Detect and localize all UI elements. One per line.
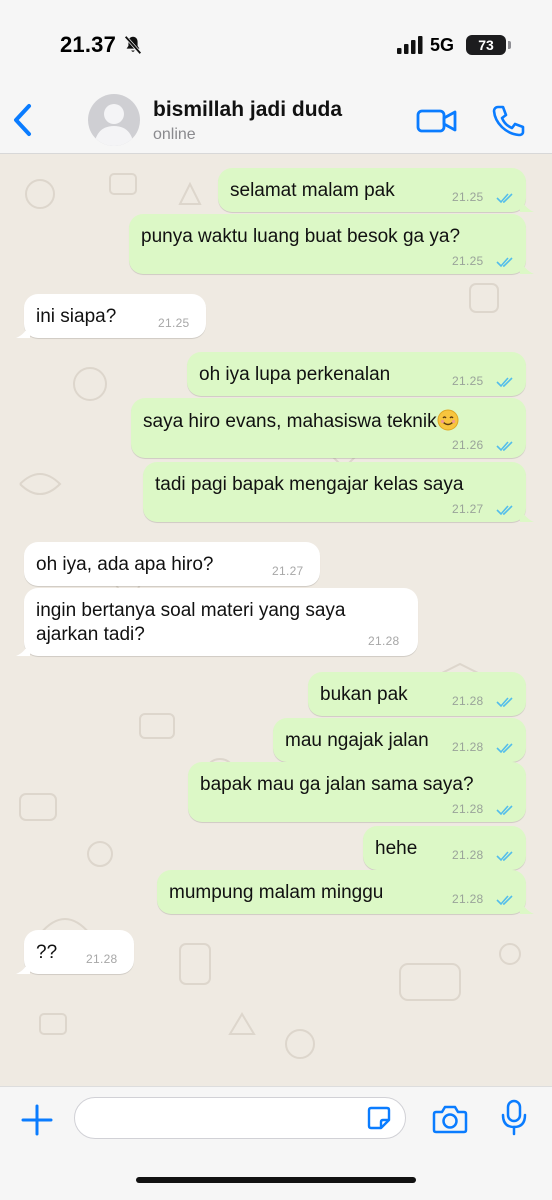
message-text: oh iya lupa perkenalan xyxy=(199,364,391,385)
message-outgoing[interactable]: saya hiro evans, mahasiswa teknik 21.26 xyxy=(131,398,526,458)
message-text: mumpung malam minggu xyxy=(169,882,384,903)
message-text: ingin bertanya soal materi yang saya aja… xyxy=(36,600,346,645)
message-time: 21.28 xyxy=(368,634,400,648)
message-time: 21.28 xyxy=(452,740,484,754)
signal-icon xyxy=(397,36,423,54)
status-time: 21.37 xyxy=(60,32,117,57)
video-camera-icon[interactable] xyxy=(416,106,458,136)
message-text: tadi pagi bapak mengajar kelas saya xyxy=(155,474,464,495)
message-text: mau ngajak jalan xyxy=(285,730,429,751)
message-text: saya hiro evans, mahasiswa teknik xyxy=(143,411,437,432)
message-time: 21.27 xyxy=(272,564,304,578)
double-check-icon xyxy=(496,377,513,388)
double-check-icon xyxy=(496,505,513,516)
chat-header: bismillah jadi duda online xyxy=(0,86,552,154)
chat-area[interactable]: selamat malam pak 21.25 punya waktu luan… xyxy=(0,154,552,1086)
double-check-icon xyxy=(496,697,513,708)
message-time: 21.26 xyxy=(452,438,484,452)
contact-status: online xyxy=(153,126,196,143)
plus-icon[interactable] xyxy=(20,1103,54,1137)
message-input[interactable] xyxy=(74,1097,406,1139)
battery-level: 73 xyxy=(466,35,506,55)
message-outgoing[interactable]: bukan pak 21.28 xyxy=(308,672,526,716)
double-check-icon xyxy=(496,743,513,754)
message-time: 21.25 xyxy=(452,374,484,388)
network-label: 5G xyxy=(430,35,455,55)
phone-icon[interactable] xyxy=(490,104,526,138)
message-incoming[interactable]: ini siapa? 21.25 xyxy=(16,294,206,338)
camera-icon[interactable] xyxy=(432,1103,468,1135)
message-time: 21.25 xyxy=(158,316,190,330)
message-time: 21.28 xyxy=(452,848,484,862)
double-check-icon xyxy=(496,895,513,906)
bell-slash-icon xyxy=(124,35,142,55)
double-check-icon xyxy=(496,805,513,816)
message-outgoing[interactable]: mau ngajak jalan 21.28 xyxy=(273,718,526,762)
avatar[interactable] xyxy=(88,94,140,146)
message-text: bapak mau ga jalan sama saya? xyxy=(200,774,474,795)
status-bar: 21.37 5G 73 xyxy=(0,0,552,86)
message-text: ini siapa? xyxy=(36,306,117,327)
default-avatar-icon xyxy=(94,104,134,146)
message-outgoing[interactable]: hehe 21.28 xyxy=(363,826,526,870)
home-indicator xyxy=(136,1177,416,1183)
message-text: selamat malam pak xyxy=(230,180,395,201)
message-incoming[interactable]: ?? 21.28 xyxy=(16,930,134,974)
message-outgoing[interactable]: bapak mau ga jalan sama saya? 21.28 xyxy=(188,762,526,822)
message-incoming[interactable]: ingin bertanya soal materi yang saya aja… xyxy=(16,588,418,656)
sticker-icon[interactable] xyxy=(366,1105,392,1131)
message-text: oh iya, ada apa hiro? xyxy=(36,554,214,575)
smiling-face-emoji xyxy=(437,409,459,431)
double-check-icon xyxy=(496,257,513,268)
double-check-icon xyxy=(496,193,513,204)
microphone-icon[interactable] xyxy=(500,1099,528,1137)
battery-icon: 73 xyxy=(466,35,512,55)
message-text: punya waktu luang buat besok ga ya? xyxy=(141,226,461,247)
double-check-icon xyxy=(496,441,513,452)
message-outgoing[interactable]: mumpung malam minggu 21.28 xyxy=(157,870,534,914)
chevron-left-icon[interactable] xyxy=(8,100,40,140)
double-check-icon xyxy=(496,851,513,862)
message-outgoing[interactable]: punya waktu luang buat besok ga ya? 21.2… xyxy=(129,214,534,274)
message-time: 21.28 xyxy=(452,694,484,708)
message-text: hehe xyxy=(375,838,418,859)
message-time: 21.25 xyxy=(452,190,484,204)
message-incoming[interactable]: oh iya, ada apa hiro? 21.27 xyxy=(24,542,320,586)
message-outgoing[interactable]: oh iya lupa perkenalan 21.25 xyxy=(187,352,526,396)
message-time: 21.28 xyxy=(452,892,484,906)
message-text: bukan pak xyxy=(320,684,408,705)
message-time: 21.27 xyxy=(452,502,484,516)
message-outgoing[interactable]: selamat malam pak 21.25 xyxy=(218,168,534,212)
composer-bar xyxy=(0,1086,552,1200)
contact-name[interactable]: bismillah jadi duda xyxy=(153,98,342,122)
message-outgoing[interactable]: tadi pagi bapak mengajar kelas saya 21.2… xyxy=(143,462,534,522)
message-time: 21.25 xyxy=(452,254,484,268)
message-time: 21.28 xyxy=(452,802,484,816)
message-time: 21.28 xyxy=(86,952,118,966)
message-text: ?? xyxy=(36,942,58,963)
